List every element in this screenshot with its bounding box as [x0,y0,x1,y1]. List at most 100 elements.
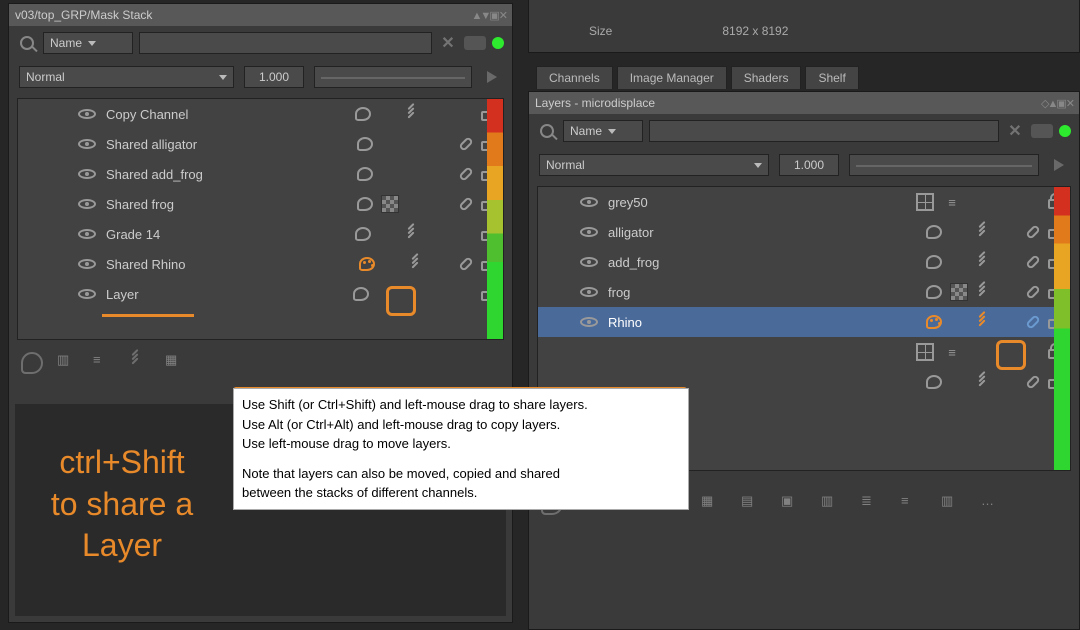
add-brush-button[interactable] [129,352,151,374]
palette-icon[interactable] [926,255,942,269]
link-icon[interactable] [1025,314,1041,330]
tab-image-manager[interactable]: Image Manager [617,66,727,89]
layer-row[interactable]: Layer [18,279,503,309]
layer-row[interactable]: alligator [538,217,1070,247]
visibility-icon[interactable] [580,197,598,207]
layer-row[interactable]: add_frog [538,247,1070,277]
link-icon[interactable] [458,166,474,182]
filter-input[interactable] [139,32,432,54]
visibility-icon[interactable] [78,229,96,239]
toolbar-button[interactable]: ▥ [941,493,963,515]
filter-mode-select[interactable]: Name [43,32,133,54]
add-procedural-button[interactable]: ▥ [57,352,79,374]
brush-icon[interactable] [976,314,992,330]
visibility-icon[interactable] [78,199,96,209]
layer-row[interactable]: frog [538,277,1070,307]
palette-icon[interactable] [926,375,942,389]
palette-icon[interactable] [355,107,371,121]
link-icon[interactable] [1025,284,1041,300]
play-button[interactable] [482,67,502,87]
visibility-icon[interactable] [580,227,598,237]
filter-input[interactable] [649,120,999,142]
palette-icon[interactable] [926,285,942,299]
left-panel-titlebar[interactable]: v03/top_GRP/Mask Stack ▲▼▣ ✕ [9,4,512,26]
titlebar-controls[interactable]: ◇▲▣ ✕ [1041,97,1073,110]
toolbar-button[interactable]: … [981,493,1003,515]
palette-icon[interactable] [357,197,373,211]
toolbar-button[interactable]: ≡ [901,493,923,515]
bars-icon[interactable]: ≡ [942,342,962,362]
opacity-input[interactable]: 1.000 [779,154,839,176]
link-icon[interactable] [458,256,474,272]
palette-icon[interactable] [355,227,371,241]
visibility-icon[interactable] [580,287,598,297]
opacity-input[interactable]: 1.000 [244,66,304,88]
tab-shelf[interactable]: Shelf [805,66,858,89]
blend-mode-select[interactable]: Normal [539,154,769,176]
opacity-slider[interactable] [314,66,472,88]
brush-icon[interactable] [976,374,992,390]
toolbar-button[interactable]: ▦ [701,493,723,515]
brush-icon[interactable] [409,256,425,272]
opacity-slider[interactable] [849,154,1039,176]
play-button[interactable] [1049,155,1069,175]
checker-icon[interactable] [381,195,399,213]
link-icon[interactable] [1025,254,1041,270]
tab-shaders[interactable]: Shaders [731,66,802,89]
grid-icon[interactable] [916,343,934,361]
search-icon[interactable] [537,121,557,141]
checker-icon[interactable] [950,283,968,301]
layer-row[interactable]: Shared Rhino [18,249,503,279]
brush-icon[interactable] [976,284,992,300]
toolbar-button[interactable]: ▤ [741,493,763,515]
layer-row[interactable]: Grade 14 [18,219,503,249]
brush-icon[interactable] [976,224,992,240]
bars-icon[interactable]: ≡ [942,192,962,212]
visibility-icon[interactable] [78,109,96,119]
layer-row[interactable]: Shared alligator [18,129,503,159]
layer-row[interactable]: Shared add_frog [18,159,503,189]
link-icon[interactable] [1025,224,1041,240]
toolbar-button[interactable]: ▣ [781,493,803,515]
toolbar-button[interactable]: ≣ [861,493,883,515]
toolbar-button[interactable]: ▥ [821,493,843,515]
link-icon[interactable] [1025,374,1041,390]
layer-row[interactable]: Shared frog [18,189,503,219]
add-group-button[interactable]: ▦ [165,352,187,374]
blend-mode-select[interactable]: Normal [19,66,234,88]
visibility-icon[interactable] [78,259,96,269]
layer-row[interactable]: Rhino [538,307,1070,337]
tab-channels[interactable]: Channels [536,66,613,89]
link-icon[interactable] [458,196,474,212]
filter-mode-select[interactable]: Name [563,120,643,142]
brush-icon[interactable] [976,254,992,270]
clear-filter-button[interactable]: ✕ [438,33,458,53]
palette-icon[interactable] [353,287,369,301]
palette-icon[interactable] [926,315,942,329]
palette-icon[interactable] [357,167,373,181]
layer-row[interactable]: ≡ [538,337,1070,367]
grid-icon[interactable] [916,193,934,211]
toggle-switch[interactable] [1031,124,1053,138]
layer-row[interactable]: Copy Channel [18,99,503,129]
palette-icon[interactable] [926,225,942,239]
palette-icon[interactable] [359,257,375,271]
clear-filter-button[interactable]: ✕ [1005,121,1025,141]
add-adjustment-button[interactable]: ≡ [93,352,115,374]
visibility-icon[interactable] [580,317,598,327]
visibility-icon[interactable] [78,289,96,299]
titlebar-controls[interactable]: ▲▼▣ ✕ [472,9,506,22]
layers-titlebar[interactable]: Layers - microdisplace ◇▲▣ ✕ [529,92,1079,114]
left-layer-list[interactable]: Copy Channel Shared alligator [17,98,504,340]
layer-row[interactable]: grey50 ≡ [538,187,1070,217]
visibility-icon[interactable] [78,139,96,149]
visibility-icon[interactable] [78,169,96,179]
visibility-icon[interactable] [580,257,598,267]
link-icon[interactable] [458,136,474,152]
palette-icon[interactable] [357,137,373,151]
toggle-switch[interactable] [464,36,486,50]
add-paint-layer-button[interactable] [21,352,43,374]
brush-icon[interactable] [405,106,421,122]
brush-icon[interactable] [405,226,421,242]
search-icon[interactable] [17,33,37,53]
